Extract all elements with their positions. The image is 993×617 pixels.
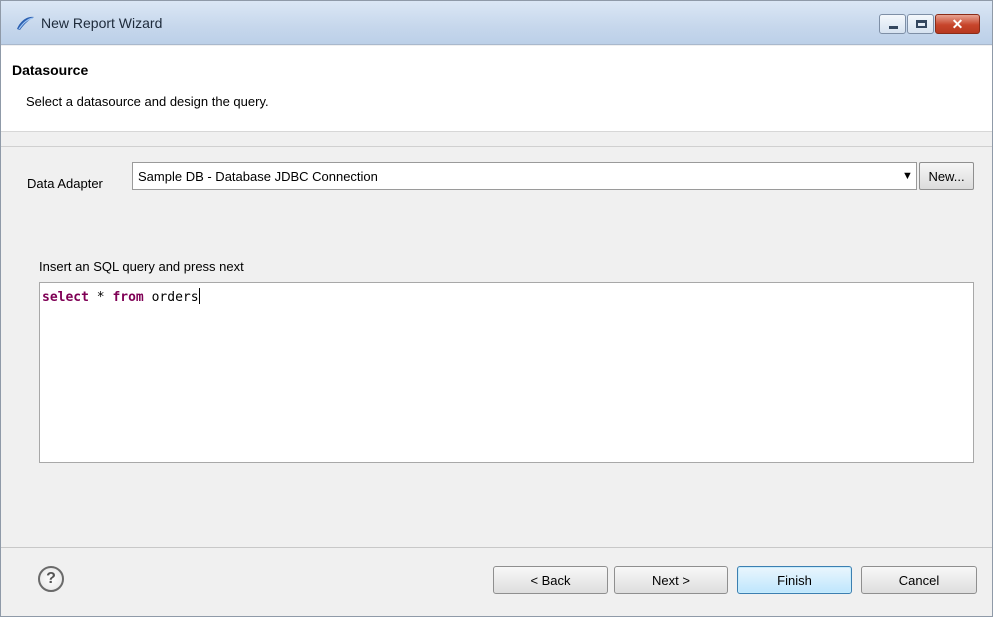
wizard-window: New Report Wizard ✕ Datasource Select a … xyxy=(0,0,993,617)
sql-keyword-select: select xyxy=(42,290,89,305)
back-button[interactable]: < Back xyxy=(493,566,608,594)
dropdown-arrow-icon[interactable]: ▼ xyxy=(899,163,916,189)
text-caret xyxy=(198,288,200,304)
query-label: Insert an SQL query and press next xyxy=(39,259,244,274)
help-icon[interactable]: ? xyxy=(38,566,64,592)
close-icon: ✕ xyxy=(951,16,964,32)
data-adapter-label: Data Adapter xyxy=(27,176,103,191)
title-bar[interactable]: New Report Wizard ✕ xyxy=(1,1,992,45)
new-adapter-button[interactable]: New... xyxy=(919,162,974,190)
minimize-icon xyxy=(889,26,898,29)
sql-table-name: orders xyxy=(151,290,199,305)
close-button[interactable]: ✕ xyxy=(935,14,980,34)
sql-query-editor[interactable]: select * from orders xyxy=(39,282,974,463)
minimize-button[interactable] xyxy=(879,14,906,34)
next-button[interactable]: Next > xyxy=(614,566,728,594)
footer-divider xyxy=(1,547,992,548)
wizard-header: Datasource Select a datasource and desig… xyxy=(1,46,992,132)
cancel-button[interactable]: Cancel xyxy=(861,566,977,594)
eclipse-app-icon xyxy=(17,16,34,30)
maximize-icon xyxy=(916,20,927,28)
data-adapter-select[interactable]: Sample DB - Database JDBC Connection ▼ xyxy=(132,162,917,190)
page-title: Datasource xyxy=(12,62,89,78)
page-subtitle: Select a datasource and design the query… xyxy=(26,94,269,109)
sql-star: * xyxy=(96,290,105,305)
window-title: New Report Wizard xyxy=(41,15,163,31)
data-adapter-value: Sample DB - Database JDBC Connection xyxy=(138,169,378,184)
sql-keyword-from: from xyxy=(112,290,144,305)
maximize-button[interactable] xyxy=(907,14,934,34)
header-divider xyxy=(1,146,992,147)
finish-button[interactable]: Finish xyxy=(737,566,852,594)
